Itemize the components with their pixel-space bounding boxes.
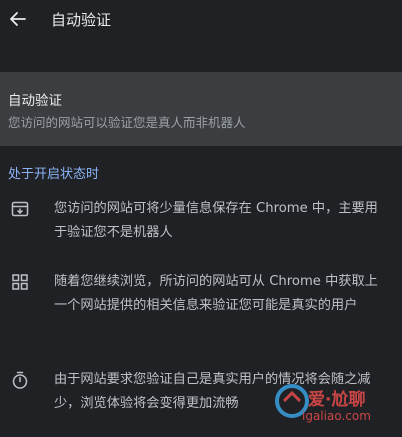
download-box-icon — [11, 200, 29, 218]
page-title: 自动验证 — [51, 10, 112, 29]
section-heading: 处于开启状态时 — [8, 167, 100, 182]
setting-subtitle: 您访问的网站可以验证您是真人而非机器人 — [8, 115, 246, 130]
watermark-text: 爱·尬聊 — [308, 390, 366, 410]
setting-title: 自动验证 — [8, 93, 62, 109]
auto-verify-setting-row[interactable]: 自动验证 您访问的网站可以验证您是真人而非机器人 — [0, 72, 402, 146]
back-arrow-icon[interactable] — [7, 8, 29, 30]
info-text: 随着您继续浏览，所访问的网站可从 Chrome 中获取上一个网站提供的相关信息来… — [54, 274, 378, 313]
watermark-url: igaliao.com — [302, 409, 371, 423]
grid-icon — [11, 273, 29, 291]
top-bar: 自动验证 — [0, 0, 402, 38]
watermark-logo: 爱·尬聊 igaliao.com — [274, 381, 394, 429]
timer-icon — [11, 371, 29, 389]
info-text: 您访问的网站可将少量信息保存在 Chrome 中，主要用于验证您不是机器人 — [54, 201, 378, 240]
